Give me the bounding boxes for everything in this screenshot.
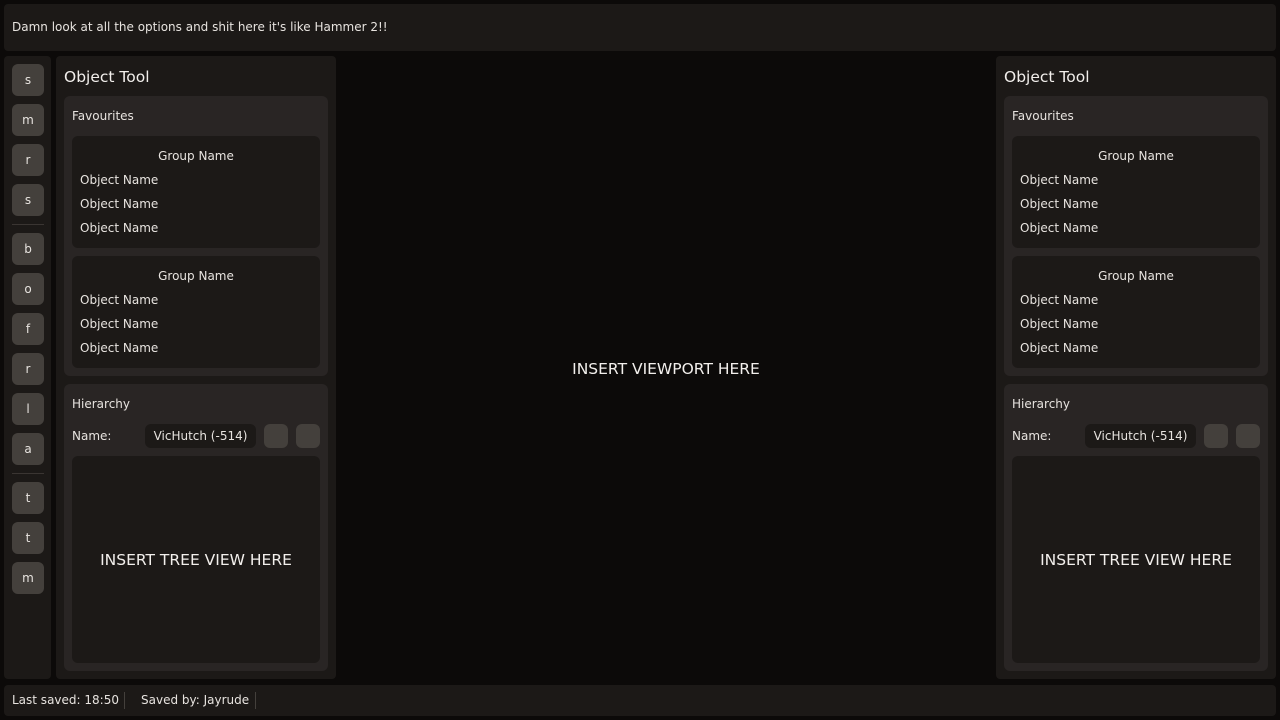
favourites-group: Group Name Object Name Object Name Objec… [1012,256,1260,368]
name-label: Name: [1012,429,1052,443]
hierarchy-section: Hierarchy Name: VicHutch (-514) INSERT T… [1004,384,1268,671]
tool-button-5[interactable]: b [12,233,44,265]
object-tool-panel-right: Object Tool Favourites Group Name Object… [996,56,1276,679]
status-bar: Last saved: 18:50 Saved by: Jayrude [4,685,1276,716]
favourites-group: Group Name Object Name Object Name Objec… [72,256,320,368]
tool-button-1[interactable]: s [12,64,44,96]
tool-strip: s m r s b o f r l a t t m [4,56,51,679]
group-name: Group Name [1098,269,1174,283]
favourites-section: Favourites Group Name Object Name Object… [64,96,328,376]
tool-button-2[interactable]: m [12,104,44,136]
panel-title: Object Tool [64,68,150,86]
group-name: Group Name [1098,149,1174,163]
tree-view-placeholder: INSERT TREE VIEW HERE [100,551,292,569]
object-item[interactable]: Object Name [1020,316,1098,332]
object-item[interactable]: Object Name [80,316,158,332]
viewport-placeholder: INSERT VIEWPORT HERE [572,360,760,378]
object-item[interactable]: Object Name [1020,220,1098,236]
favourites-section: Favourites Group Name Object Name Object… [1004,96,1268,376]
favourites-group: Group Name Object Name Object Name Objec… [72,136,320,248]
tool-button-10[interactable]: a [12,433,44,465]
tool-button-9[interactable]: l [12,393,44,425]
saved-by-status: Saved by: Jayrude [141,693,250,707]
tool-button-4[interactable]: s [12,184,44,216]
viewport[interactable]: INSERT VIEWPORT HERE [340,56,992,679]
object-tool-panel-left: Object Tool Favourites Group Name Object… [56,56,336,679]
tool-button-3[interactable]: r [12,144,44,176]
name-field[interactable]: VicHutch (-514) [1085,424,1196,448]
hierarchy-action-button-1[interactable] [264,424,288,448]
object-item[interactable]: Object Name [80,340,158,356]
tool-button-11[interactable]: t [12,482,44,514]
panel-title: Object Tool [1004,68,1090,86]
favourites-title: Favourites [72,109,134,123]
object-item[interactable]: Object Name [80,196,158,212]
object-item[interactable]: Object Name [1020,292,1098,308]
hierarchy-title: Hierarchy [72,397,131,411]
tool-separator [12,224,44,225]
object-item[interactable]: Object Name [80,220,158,236]
name-label: Name: [72,429,112,443]
top-bar: Damn look at all the options and shit he… [4,4,1276,51]
hierarchy-action-button-2[interactable] [296,424,320,448]
hierarchy-title: Hierarchy [1012,397,1071,411]
tool-button-12[interactable]: t [12,522,44,554]
group-name: Group Name [158,149,234,163]
object-item[interactable]: Object Name [1020,340,1098,356]
last-saved-status: Last saved: 18:50 [12,693,119,707]
tool-button-13[interactable]: m [12,562,44,594]
tree-view[interactable]: INSERT TREE VIEW HERE [1012,456,1260,663]
favourites-group: Group Name Object Name Object Name Objec… [1012,136,1260,248]
object-item[interactable]: Object Name [80,292,158,308]
top-bar-text: Damn look at all the options and shit he… [12,20,388,34]
hierarchy-action-button-2[interactable] [1236,424,1260,448]
hierarchy-section: Hierarchy Name: VicHutch (-514) INSERT T… [64,384,328,671]
tool-button-8[interactable]: r [12,353,44,385]
tree-view-placeholder: INSERT TREE VIEW HERE [1040,551,1232,569]
tree-view[interactable]: INSERT TREE VIEW HERE [72,456,320,663]
object-item[interactable]: Object Name [1020,196,1098,212]
tool-button-6[interactable]: o [12,273,44,305]
favourites-title: Favourites [1012,109,1074,123]
group-name: Group Name [158,269,234,283]
hierarchy-action-button-1[interactable] [1204,424,1228,448]
status-separator [255,692,256,709]
status-separator [124,692,125,709]
tool-button-7[interactable]: f [12,313,44,345]
name-field[interactable]: VicHutch (-514) [145,424,256,448]
object-item[interactable]: Object Name [80,172,158,188]
tool-separator [12,473,44,474]
object-item[interactable]: Object Name [1020,172,1098,188]
